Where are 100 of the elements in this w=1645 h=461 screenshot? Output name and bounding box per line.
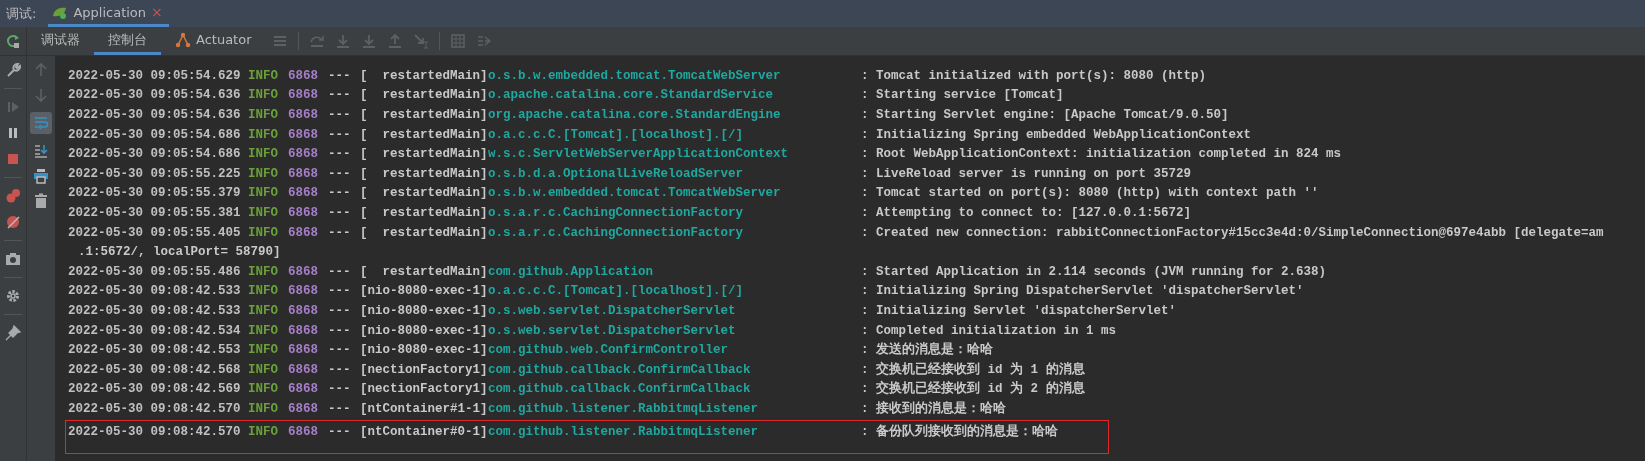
rerun-icon[interactable] <box>5 33 21 49</box>
timestamp: 2022-05-30 09:05:55.381 <box>68 204 242 221</box>
thread-name: [ restartedMain] <box>360 204 488 221</box>
colon-text: : <box>861 322 870 339</box>
logger-name[interactable]: o.a.c.c.C.[Tomcat].[localhost].[/] <box>488 126 861 143</box>
separator-text: --- <box>328 204 352 221</box>
colon-text: : <box>861 283 870 300</box>
process-id: 6868 <box>288 322 319 339</box>
thread-name: [ntContainer#1-1] <box>360 400 488 417</box>
run-to-cursor-icon[interactable] <box>412 33 429 49</box>
camera-icon[interactable] <box>5 251 21 267</box>
log-message: .1:5672/, localPort= 58790] <box>78 245 281 260</box>
separator-text: --- <box>328 107 352 123</box>
logger-name[interactable]: com.github.Application <box>488 263 861 280</box>
process-id: 6868 <box>288 185 319 202</box>
log-level: INFO <box>248 107 279 123</box>
colon-text: : <box>861 302 870 319</box>
log-level: INFO <box>248 263 279 280</box>
logger-name[interactable]: o.s.b.w.embedded.tomcat.TomcatWebServer <box>488 185 861 202</box>
settings-icon[interactable] <box>5 288 21 304</box>
logger-name[interactable]: o.s.a.r.c.CachingConnectionFactory <box>488 204 861 221</box>
timestamp: 2022-05-30 09:05:54.636 <box>68 87 242 104</box>
mute-breakpoints-icon[interactable] <box>5 214 21 230</box>
timestamp: 2022-05-30 09:05:54.636 <box>68 107 242 123</box>
step-out-icon[interactable] <box>386 33 403 49</box>
trace-icon[interactable] <box>475 33 492 49</box>
colon-text: : <box>861 126 870 143</box>
colon-text: : <box>861 400 870 417</box>
logger-name[interactable]: org.apache.catalina.core.StandardEngine <box>488 107 861 123</box>
logger-name[interactable]: com.github.callback.ConfirmCallback <box>488 381 861 398</box>
log-level: INFO <box>248 322 279 339</box>
separator-text: --- <box>328 146 352 163</box>
logger-name[interactable]: o.apache.catalina.core.StandardService <box>488 87 861 104</box>
up-arrow-icon[interactable] <box>33 62 49 78</box>
log-message: 备份队列接收到的消息是：哈哈 <box>876 423 1059 440</box>
thread-name: [ restartedMain] <box>360 224 488 241</box>
pin-icon[interactable] <box>5 325 21 341</box>
wrench-icon[interactable] <box>5 62 21 78</box>
log-message: Attempting to connect to: [127.0.0.1:5672] <box>876 204 1193 221</box>
toolbar-tab[interactable]: Actuator <box>161 27 266 55</box>
log-message: Initializing Servlet 'dispatcherServlet' <box>876 302 1178 319</box>
logger-name[interactable]: com.github.callback.ConfirmCallback <box>488 361 861 378</box>
timestamp: 2022-05-30 09:05:55.379 <box>68 185 242 202</box>
separator-text: --- <box>328 361 352 378</box>
colon-text: : <box>861 263 870 280</box>
logger-name[interactable]: com.github.listener.RabbitmqListener <box>488 423 861 440</box>
log-message: Tomcat initialized with port(s): 8080 (http) <box>876 67 1208 84</box>
logger-name[interactable]: o.s.b.d.a.OptionalLiveReloadServer <box>488 165 861 182</box>
process-id: 6868 <box>288 263 319 280</box>
print-icon[interactable] <box>33 168 49 184</box>
stop-icon[interactable] <box>5 151 21 167</box>
soft-wrap-button[interactable] <box>30 112 52 134</box>
log-level: INFO <box>248 165 279 182</box>
timestamp: 2022-05-30 09:08:42.568 <box>68 361 242 378</box>
colon-text: : <box>861 67 870 84</box>
timestamp: 2022-05-30 09:05:54.686 <box>68 146 242 163</box>
colon-text: : <box>861 87 870 104</box>
separator-text: --- <box>328 126 352 143</box>
timestamp: 2022-05-30 09:05:55.486 <box>68 263 242 280</box>
trash-icon[interactable] <box>33 193 49 209</box>
colon-text: : <box>861 146 870 163</box>
process-id: 6868 <box>288 67 319 84</box>
toolbar-tab[interactable]: 调试器 <box>27 27 94 55</box>
force-step-into-icon[interactable] <box>360 33 377 49</box>
step-over-icon[interactable] <box>308 33 325 49</box>
process-id: 6868 <box>288 381 319 398</box>
step-into-icon[interactable] <box>334 33 351 49</box>
separator-text: --- <box>328 87 352 104</box>
thread-name: [nectionFactory1] <box>360 381 488 398</box>
logger-name[interactable]: w.s.c.ServletWebServerApplicationContext <box>488 146 861 163</box>
logger-name[interactable]: o.s.web.servlet.DispatcherServlet <box>488 322 861 339</box>
logger-name[interactable]: com.github.web.ConfirmController <box>488 342 861 359</box>
logger-name[interactable]: o.s.a.r.c.CachingConnectionFactory <box>488 224 861 241</box>
colon-text: : <box>861 381 870 398</box>
thread-name: [ restartedMain] <box>360 126 488 143</box>
toolbar-tab[interactable]: 控制台 <box>94 27 161 55</box>
separator-text: --- <box>328 322 352 339</box>
scroll-to-end-icon[interactable] <box>33 143 49 159</box>
logger-name[interactable]: o.s.b.w.embedded.tomcat.TomcatWebServer <box>488 67 861 84</box>
down-arrow-icon[interactable] <box>33 87 49 103</box>
log-message: Completed initialization in 1 ms <box>876 322 1118 339</box>
breakpoints-icon[interactable] <box>5 188 21 204</box>
calculator-icon[interactable] <box>449 33 466 49</box>
resume-icon[interactable] <box>5 99 21 115</box>
separator-text: --- <box>328 423 352 440</box>
process-id: 6868 <box>288 342 319 359</box>
log-level: INFO <box>248 87 279 104</box>
separator-text: --- <box>328 263 352 280</box>
thread-name: [ restartedMain] <box>360 263 488 280</box>
colon-text: : <box>861 224 870 241</box>
logger-name[interactable]: o.a.c.c.C.[Tomcat].[localhost].[/] <box>488 283 861 300</box>
log-level: INFO <box>248 204 279 221</box>
separator-text: --- <box>328 224 352 241</box>
log-level: INFO <box>248 400 279 417</box>
thread-name: [nectionFactory1] <box>360 361 488 378</box>
logger-name[interactable]: com.github.listener.RabbitmqListener <box>488 400 861 417</box>
menu-icon[interactable] <box>271 33 288 49</box>
logger-name[interactable]: o.s.web.servlet.DispatcherServlet <box>488 302 861 319</box>
timestamp: 2022-05-30 09:05:55.225 <box>68 165 242 182</box>
process-id: 6868 <box>288 302 319 319</box>
